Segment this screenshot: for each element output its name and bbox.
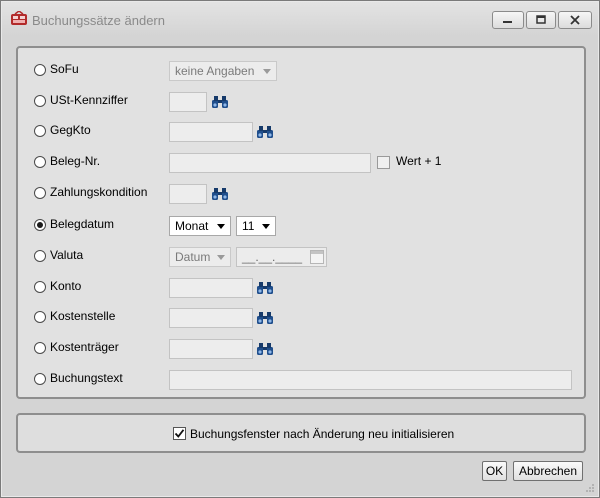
sofu-radio[interactable]	[34, 64, 46, 76]
konto-input[interactable]	[169, 278, 253, 298]
konto-label: Konto	[50, 279, 82, 293]
belegdatum-month-combo[interactable]: 11	[236, 216, 276, 236]
kostenstelle-label: Kostenstelle	[50, 309, 116, 323]
gegkto-input[interactable]	[169, 122, 253, 142]
binoculars-icon	[257, 343, 273, 355]
gegkto-label: GegKto	[50, 123, 91, 137]
belegdatum-period-combo[interactable]: Monat	[169, 216, 231, 236]
zahlungskondition-search-button[interactable]	[210, 184, 230, 204]
row-kostenstelle: Kostenstelle	[18, 308, 584, 328]
belegdatum-period-value: Monat	[175, 219, 209, 233]
buchungstext-radio[interactable]	[34, 373, 46, 385]
calendar-icon[interactable]	[310, 250, 324, 264]
zahlungskondition-radio[interactable]	[34, 187, 46, 199]
binoculars-icon	[212, 188, 228, 200]
beleg-nr-input[interactable]	[169, 153, 371, 173]
row-beleg-nr: Beleg-Nr. Wert + 1	[18, 153, 584, 173]
row-valuta: Valuta Datum __.__.____	[18, 247, 584, 267]
konto-radio[interactable]	[34, 281, 46, 293]
options-panel: Buchungsfenster nach Änderung neu initia…	[16, 413, 586, 453]
maximize-icon	[536, 15, 546, 24]
valuta-combo-value: Datum	[175, 250, 211, 264]
app-icon	[11, 11, 27, 25]
cancel-button[interactable]: Abbrechen	[513, 461, 583, 481]
sofu-combo-value: keine Angaben	[175, 64, 255, 78]
konto-search-button[interactable]	[255, 278, 275, 298]
ok-button[interactable]: OK	[482, 461, 507, 481]
chevron-down-icon	[217, 255, 225, 260]
wert-plus-eins-checkbox[interactable]	[377, 156, 390, 169]
sofu-combo[interactable]: keine Angaben	[169, 61, 277, 81]
ust-label: USt-Kennziffer	[50, 93, 128, 107]
maximize-button[interactable]	[526, 11, 556, 29]
valuta-combo[interactable]: Datum	[169, 247, 231, 267]
dialog-window: Buchungssätze ändern SoFu keine Angaben	[0, 0, 600, 498]
row-belegdatum: Belegdatum Monat 11	[18, 216, 584, 236]
field-selection-panel: SoFu keine Angaben USt-Kennziffer GegKto…	[16, 46, 586, 399]
belegdatum-label: Belegdatum	[50, 217, 115, 231]
kostentraeger-input[interactable]	[169, 339, 253, 359]
chevron-down-icon	[263, 69, 271, 74]
kostenstelle-radio[interactable]	[34, 311, 46, 323]
binoculars-icon	[257, 312, 273, 324]
gegkto-radio[interactable]	[34, 125, 46, 137]
kostentraeger-search-button[interactable]	[255, 339, 275, 359]
binoculars-icon	[257, 282, 273, 294]
row-gegkto: GegKto	[18, 122, 584, 142]
buchungstext-label: Buchungstext	[50, 371, 123, 385]
belegdatum-radio[interactable]	[34, 219, 46, 231]
kostenstelle-input[interactable]	[169, 308, 253, 328]
window-title: Buchungssätze ändern	[32, 13, 165, 28]
gegkto-search-button[interactable]	[255, 122, 275, 142]
minimize-icon	[503, 21, 512, 23]
sofu-label: SoFu	[50, 62, 79, 76]
ust-radio[interactable]	[34, 95, 46, 107]
ust-search-button[interactable]	[210, 92, 230, 112]
title-bar[interactable]: Buchungssätze ändern	[2, 2, 598, 36]
minimize-button[interactable]	[492, 11, 524, 29]
close-button[interactable]	[558, 11, 592, 29]
row-buchungstext: Buchungstext	[18, 370, 584, 390]
reinitialize-label: Buchungsfenster nach Änderung neu initia…	[190, 427, 455, 441]
kostentraeger-radio[interactable]	[34, 342, 46, 354]
kostentraeger-label: Kostenträger	[50, 340, 119, 354]
valuta-radio[interactable]	[34, 250, 46, 262]
chevron-down-icon	[217, 224, 225, 229]
beleg-nr-radio[interactable]	[34, 156, 46, 168]
zahlungskondition-input[interactable]	[169, 184, 207, 204]
belegdatum-month-value: 11	[242, 219, 255, 233]
row-zahlungskondition: Zahlungskondition	[18, 184, 584, 204]
valuta-date-placeholder: __.__.____	[242, 250, 303, 264]
row-sofu: SoFu keine Angaben	[18, 61, 584, 81]
beleg-nr-label: Beleg-Nr.	[50, 154, 101, 168]
binoculars-icon	[257, 126, 273, 138]
resize-grip-icon[interactable]	[585, 483, 595, 493]
checkmark-icon	[174, 429, 185, 438]
kostenstelle-search-button[interactable]	[255, 308, 275, 328]
buchungstext-input[interactable]	[169, 370, 572, 390]
row-ust-kennziffer: USt-Kennziffer	[18, 92, 584, 112]
valuta-label: Valuta	[50, 248, 84, 262]
close-icon	[570, 15, 580, 25]
wert-plus-eins-label: Wert + 1	[396, 154, 442, 168]
row-kostentraeger: Kostenträger	[18, 339, 584, 359]
row-konto: Konto	[18, 278, 584, 298]
binoculars-icon	[212, 96, 228, 108]
valuta-date-input[interactable]: __.__.____	[236, 247, 327, 267]
zahlungskondition-label: Zahlungskondition	[50, 185, 148, 199]
chevron-down-icon	[262, 224, 270, 229]
ust-input[interactable]	[169, 92, 207, 112]
reinitialize-checkbox[interactable]	[173, 427, 186, 440]
